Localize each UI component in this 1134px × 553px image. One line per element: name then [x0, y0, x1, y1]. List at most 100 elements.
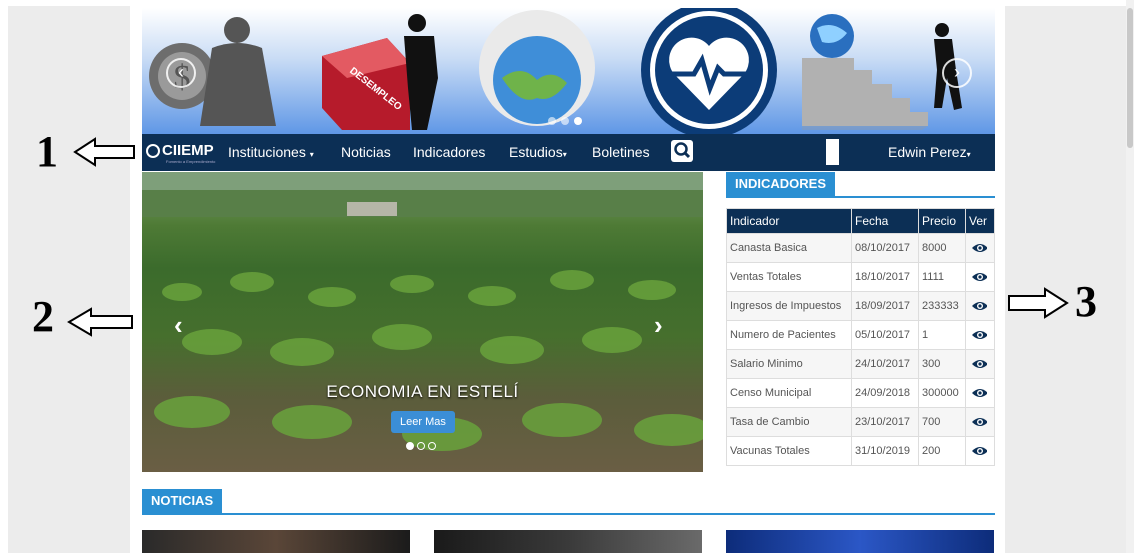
table-row: Vacunas Totales 31/10/2019 200 — [726, 436, 995, 466]
col-header: Fecha — [851, 208, 919, 234]
view-eye-icon[interactable] — [971, 445, 987, 455]
view-eye-icon[interactable] — [971, 271, 987, 281]
nav-item-indicadores[interactable]: Indicadores — [413, 144, 485, 160]
ver-cell — [965, 436, 995, 466]
view-eye-icon[interactable] — [971, 329, 987, 339]
view-eye-icon[interactable] — [971, 300, 987, 310]
carousel-next-icon[interactable]: › — [654, 310, 663, 341]
fecha-cell: 18/09/2017 — [851, 291, 919, 321]
main-navbar: CIIEMP Fomento a Emprendimiento Instituc… — [142, 134, 995, 171]
nav-item-noticias[interactable]: Noticias — [341, 144, 391, 160]
indicadores-table: Indicador Fecha Precio Ver Canasta Basic… — [726, 208, 995, 466]
search-button[interactable] — [671, 140, 693, 162]
logo-text: CIIEMP — [162, 142, 214, 159]
precio-cell: 700 — [918, 407, 966, 437]
ver-cell — [965, 378, 995, 408]
col-header: Precio — [918, 208, 966, 234]
precio-cell: 233333 — [918, 291, 966, 321]
indicador-cell: Tasa de Cambio — [726, 407, 852, 437]
view-eye-icon[interactable] — [971, 358, 987, 368]
ver-cell — [965, 262, 995, 292]
col-header: Indicador — [726, 208, 852, 234]
news-card-thumbnail[interactable] — [726, 530, 994, 553]
earth-people-globe-icon — [479, 10, 595, 126]
indicador-cell: Canasta Basica — [726, 233, 852, 263]
fecha-cell: 24/10/2017 — [851, 349, 919, 379]
brand-logo[interactable]: CIIEMP Fomento a Emprendimiento — [146, 142, 215, 164]
carousel-dot[interactable] — [428, 442, 436, 450]
carousel-dot-active[interactable] — [406, 442, 414, 450]
indicador-cell: Salario Minimo — [726, 349, 852, 379]
precio-cell: 300 — [918, 349, 966, 379]
ver-cell — [965, 233, 995, 263]
precio-cell: 1 — [918, 320, 966, 350]
precio-cell: 300000 — [918, 378, 966, 408]
indicadores-title: INDICADORES — [726, 172, 836, 196]
table-row: Canasta Basica 08/10/2017 8000 — [726, 233, 995, 263]
businessman-silhouette-icon — [200, 17, 276, 126]
ver-cell — [965, 349, 995, 379]
view-eye-icon[interactable] — [971, 242, 987, 252]
news-card-thumbnail[interactable] — [434, 530, 702, 553]
fecha-cell: 05/10/2017 — [851, 320, 919, 350]
table-row: Tasa de Cambio 23/10/2017 700 — [726, 407, 995, 437]
user-menu[interactable]: Edwin Perez▾ — [888, 144, 971, 160]
logo-subtext: Fomento a Emprendimiento — [166, 159, 216, 164]
annotation-number-1: 1 — [36, 127, 58, 176]
banner-indicators[interactable] — [548, 112, 587, 130]
health-heart-pulse-icon — [641, 8, 777, 134]
leer-mas-button[interactable]: Leer Mas — [391, 411, 455, 433]
precio-cell: 8000 — [918, 233, 966, 263]
ver-cell — [965, 291, 995, 321]
carousel-prev-icon[interactable]: ‹ — [174, 310, 183, 341]
indicador-cell: Numero de Pacientes — [726, 320, 852, 350]
annotation-number-3: 3 — [1075, 277, 1097, 326]
table-row: Ventas Totales 18/10/2017 1111 — [726, 262, 995, 292]
indicador-cell: Ventas Totales — [726, 262, 852, 292]
fecha-cell: 23/10/2017 — [851, 407, 919, 437]
carousel-dot[interactable] — [417, 442, 425, 450]
page-margin-right — [1005, 6, 1126, 553]
view-eye-icon[interactable] — [971, 416, 987, 426]
fecha-cell: 18/10/2017 — [851, 262, 919, 292]
nav-item-label: Instituciones — [228, 144, 306, 160]
scrollbar-thumb[interactable] — [1127, 8, 1133, 148]
caret-down-icon: ▾ — [562, 150, 567, 159]
nav-item-boletines[interactable]: Boletines — [592, 144, 650, 160]
arrow-left-icon — [73, 137, 135, 167]
banner-dot[interactable] — [548, 117, 556, 125]
nav-item-estudios[interactable]: Estudios▾ — [509, 144, 567, 160]
nav-item-instituciones[interactable]: Instituciones ▾ — [228, 144, 314, 160]
banner-dot[interactable] — [561, 117, 569, 125]
search-input[interactable] — [826, 139, 839, 165]
carousel-indicators[interactable] — [406, 437, 439, 455]
news-card-thumbnail[interactable] — [142, 530, 410, 553]
indicadores-header: INDICADORES — [726, 172, 995, 198]
slide-caption: ECONOMIA EN ESTELÍ — [326, 382, 519, 401]
main-news-carousel: ‹ › ECONOMIA EN ESTELÍ Leer Mas — [142, 172, 703, 472]
table-row: Ingresos de Impuestos 18/09/2017 233333 — [726, 291, 995, 321]
ver-cell — [965, 320, 995, 350]
col-header: Ver — [965, 208, 995, 234]
precio-cell: 1111 — [918, 262, 966, 292]
page-margin-left — [8, 6, 130, 553]
scrollbar[interactable] — [1126, 0, 1134, 553]
table-header-row: Indicador Fecha Precio Ver — [726, 208, 995, 234]
top-banner-carousel: $ DESEMPLEO ‹ › — [142, 8, 995, 134]
banner-prev-icon[interactable]: ‹ — [166, 58, 196, 88]
nav-item-label: Estudios — [509, 144, 563, 160]
banner-next-icon[interactable]: › — [942, 58, 972, 88]
arrow-right-icon — [1008, 287, 1069, 319]
fecha-cell: 31/10/2019 — [851, 436, 919, 466]
logo-circle-icon — [146, 144, 160, 158]
banner-dot-active[interactable] — [574, 117, 582, 125]
table-row: Numero de Pacientes 05/10/2017 1 — [726, 320, 995, 350]
fecha-cell: 08/10/2017 — [851, 233, 919, 263]
view-eye-icon[interactable] — [971, 387, 987, 397]
search-icon — [674, 142, 691, 159]
noticias-header: NOTICIAS — [142, 489, 995, 515]
indicador-cell: Censo Municipal — [726, 378, 852, 408]
indicador-cell: Vacunas Totales — [726, 436, 852, 466]
annotation-number-2: 2 — [32, 292, 54, 341]
table-row: Censo Municipal 24/09/2018 300000 — [726, 378, 995, 408]
